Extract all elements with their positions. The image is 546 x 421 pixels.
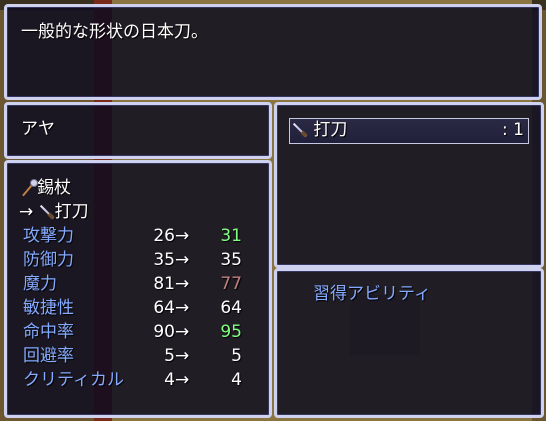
ability-window: 習得アビリティ <box>274 268 544 418</box>
stat-arrow: → <box>175 322 190 342</box>
stat-old-value: 5 <box>164 346 175 366</box>
stat-old-value: 81 <box>153 274 175 294</box>
stat-row-agility: 敏捷性 64 → 64 <box>7 297 269 321</box>
item-description: 一般的な形状の日本刀。 <box>21 22 208 42</box>
equip-arrow: → <box>19 202 34 222</box>
stat-label: 命中率 <box>23 322 74 342</box>
sword-icon <box>292 122 308 138</box>
item-name: 打刀 <box>313 120 348 140</box>
stat-old-value: 4 <box>164 370 175 390</box>
item-count-separator: : <box>502 120 508 140</box>
stat-row-critical: クリティカル 4 → 4 <box>7 369 269 393</box>
staff-icon <box>19 179 38 197</box>
item-select-window: 打刀 : 1 <box>274 102 544 268</box>
stat-row-magic: 魔力 81 → 77 <box>7 273 269 297</box>
stat-arrow: → <box>175 298 190 318</box>
stat-label: クリティカル <box>23 370 124 390</box>
stat-row-hit: 命中率 90 → 95 <box>7 321 269 345</box>
stat-new-value: 95 <box>220 322 242 342</box>
stat-arrow: → <box>175 226 190 246</box>
stat-label: 攻撃力 <box>23 226 74 246</box>
help-window: 一般的な形状の日本刀。 <box>4 4 542 100</box>
sword-icon <box>39 204 55 220</box>
item-entry: 打刀 <box>292 119 347 141</box>
stat-old-value: 64 <box>153 298 175 318</box>
status-compare-window: 錫杖 → 打刀 攻撃力 26 → 31 防御力 35 → 35 魔力 81 → … <box>4 160 272 418</box>
stat-arrow: → <box>175 250 190 270</box>
ability-header: 習得アビリティ <box>313 284 431 304</box>
stat-new-value: 5 <box>231 346 242 366</box>
stat-row-evasion: 回避率 5 → 5 <box>7 345 269 369</box>
new-equipment-name: 打刀 <box>54 202 89 222</box>
stat-old-value: 90 <box>153 322 175 342</box>
item-count: 1 <box>513 120 524 140</box>
stat-label: 敏捷性 <box>23 298 74 318</box>
stat-arrow: → <box>175 346 190 366</box>
stat-new-value: 4 <box>231 370 242 390</box>
stat-new-value: 35 <box>220 250 242 270</box>
new-equipment: → 打刀 <box>19 201 89 223</box>
stat-new-value: 31 <box>220 226 242 246</box>
stat-arrow: → <box>175 370 190 390</box>
stat-old-value: 35 <box>153 250 175 270</box>
stat-old-value: 26 <box>153 226 175 246</box>
stat-label: 回避率 <box>23 346 74 366</box>
item-count-group: : 1 <box>502 119 524 141</box>
stat-new-value: 77 <box>220 274 242 294</box>
stat-new-value: 64 <box>220 298 242 318</box>
item-list-row[interactable]: 打刀 : 1 <box>289 118 529 144</box>
stat-row-defense: 防御力 35 → 35 <box>7 249 269 273</box>
current-equipment: 錫杖 <box>19 177 71 199</box>
stat-label: 魔力 <box>23 274 57 294</box>
actor-name: アヤ <box>21 119 55 139</box>
current-equipment-name: 錫杖 <box>37 178 71 198</box>
stat-label: 防御力 <box>23 250 74 270</box>
stat-row-attack: 攻撃力 26 → 31 <box>7 225 269 249</box>
stat-arrow: → <box>175 274 190 294</box>
actor-name-window: アヤ <box>4 102 272 159</box>
